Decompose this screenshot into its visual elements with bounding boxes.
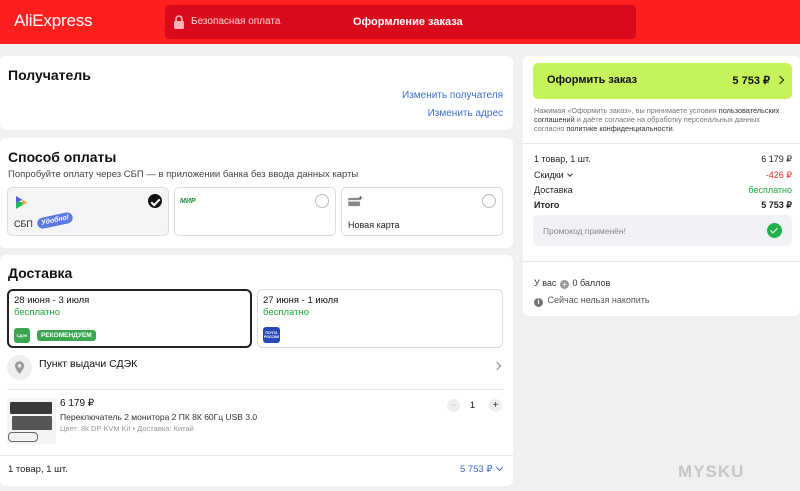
delivery-heading: Доставка [8,265,73,281]
mysku-watermark: MYSKU [678,462,745,481]
place-order-label: Оформить заказ [547,74,638,86]
discounts-label: Скидки [534,170,564,180]
map-pin-icon [7,355,32,380]
quantity-increase-button[interactable]: + [489,399,502,412]
divider [0,455,513,456]
page-title: Оформление заказа [353,16,463,28]
product-title[interactable]: Переключатель 2 монитора 2 ПК 8К 60Гц US… [60,412,257,422]
product-image[interactable] [7,398,56,444]
points-note-row: i Сейчас нельзя накопить [534,295,650,307]
payment-heading: Способ оплаты [8,149,117,165]
privacy-policy-link[interactable]: политике конфиденциальности [566,124,672,133]
sbp-radio[interactable] [148,194,162,208]
delivery-option-cdek[interactable]: 28 июня - 3 июля бесплатно СДЭК РЕКОМЕНД… [7,289,252,348]
items-label: 1 товар, 1 шт. [534,154,591,164]
footer-total[interactable]: 5 753 ₽ [460,463,504,475]
sbp-icon [16,196,27,209]
check-circle-icon [767,223,782,238]
recommended-badge: РЕКОМЕНДУЕМ [37,330,96,341]
terms-text: Нажимая «Оформить заказ», вы принимаете … [534,106,784,133]
terms-text-part: Нажимая «Оформить заказ», вы принимаете … [534,106,719,115]
footer-total-value: 5 753 ₽ [460,464,493,475]
product-price: 6 179 ₽ [60,398,95,409]
delivery-option2-price: бесплатно [263,307,310,318]
payment-option-sbp[interactable]: СБП Удобно! [7,187,169,236]
payment-subtitle: Попробуйте оплату через СБП — в приложен… [8,169,359,180]
pickup-point-row[interactable]: Пункт выдачи СДЭК [7,355,504,383]
points-value: 0 баллов [572,278,611,288]
footer-item-count: 1 товар, 1 шт. [8,464,68,475]
total-label: Итого [534,200,560,210]
points-note: Сейчас нельзя накопить [547,295,650,305]
divider [523,261,800,262]
delivery-option1-dates: 28 июня - 3 июля [14,295,90,306]
chevron-down-icon [567,171,574,177]
total-value: 5 753 ₽ [761,200,792,210]
mir-logo: МИР [180,198,196,205]
top-bar: AliExpress Безопасная оплата Оформление … [0,0,800,44]
cdek-logo: СДЭК [14,328,30,343]
recipient-card: Получатель Изменить получателя Изменить … [0,56,513,130]
delivery-summary-value: бесплатно [748,185,792,195]
quantity-value[interactable]: 1 [470,400,475,410]
terms-text-part: . [672,124,675,133]
pickup-point-label: Пункт выдачи СДЭК [39,358,138,370]
delivery-option-russian-post[interactable]: 27 июня - 1 июля бесплатно ПОЧТА РОССИИ [257,289,503,348]
change-address-link[interactable]: Изменить адрес [428,108,503,119]
chevron-right-icon [775,75,785,85]
place-order-button[interactable]: Оформить заказ 5 753 ₽ [533,63,792,99]
delivery-option1-price: бесплатно [14,307,61,318]
chevron-right-icon [492,361,502,371]
divider [523,143,800,144]
lock-icon [174,15,184,29]
items-value: 6 179 ₽ [761,154,792,164]
new-card-label: Новая карта [348,220,400,230]
discounts-toggle[interactable]: Скидки [534,170,574,180]
sbp-label: СБП [14,219,33,229]
delivery-summary-label: Доставка [534,185,573,195]
place-order-total: 5 753 ₽ [732,75,770,87]
delivery-option2-dates: 27 июня - 1 июля [263,295,339,306]
plus-circle-icon: + [559,280,569,289]
payment-option-mir[interactable]: МИР [174,187,336,236]
product-meta: Цвет: 8k DP KVM Kit • Доставка: Китай [60,424,194,433]
discounts-value: -426 ₽ [765,170,792,180]
secure-payment-label: Безопасная оплата [191,16,281,27]
sbp-convenient-badge: Удобно! [36,211,75,230]
quantity-decrease-button[interactable]: − [447,399,460,412]
payment-option-new-card[interactable]: Новая карта [341,187,503,236]
new-card-radio[interactable] [482,194,496,208]
points-prefix: У вас [534,278,557,288]
promo-code-status: Промокод применён! [543,226,626,236]
recipient-heading: Получатель [8,67,91,83]
checkout-header-box: Безопасная оплата Оформление заказа [165,5,636,39]
points-row: У вас + 0 баллов [534,278,610,289]
divider [7,389,504,390]
mir-radio[interactable] [315,194,329,208]
aliexpress-logo[interactable]: AliExpress [14,11,93,31]
promo-code-field[interactable]: Промокод применён! [533,215,792,246]
chevron-down-icon [496,463,504,472]
card-plus-icon [348,196,363,207]
change-recipient-link[interactable]: Изменить получателя [402,90,503,101]
info-icon: i [534,298,543,307]
russian-post-logo: ПОЧТА РОССИИ [263,327,280,343]
